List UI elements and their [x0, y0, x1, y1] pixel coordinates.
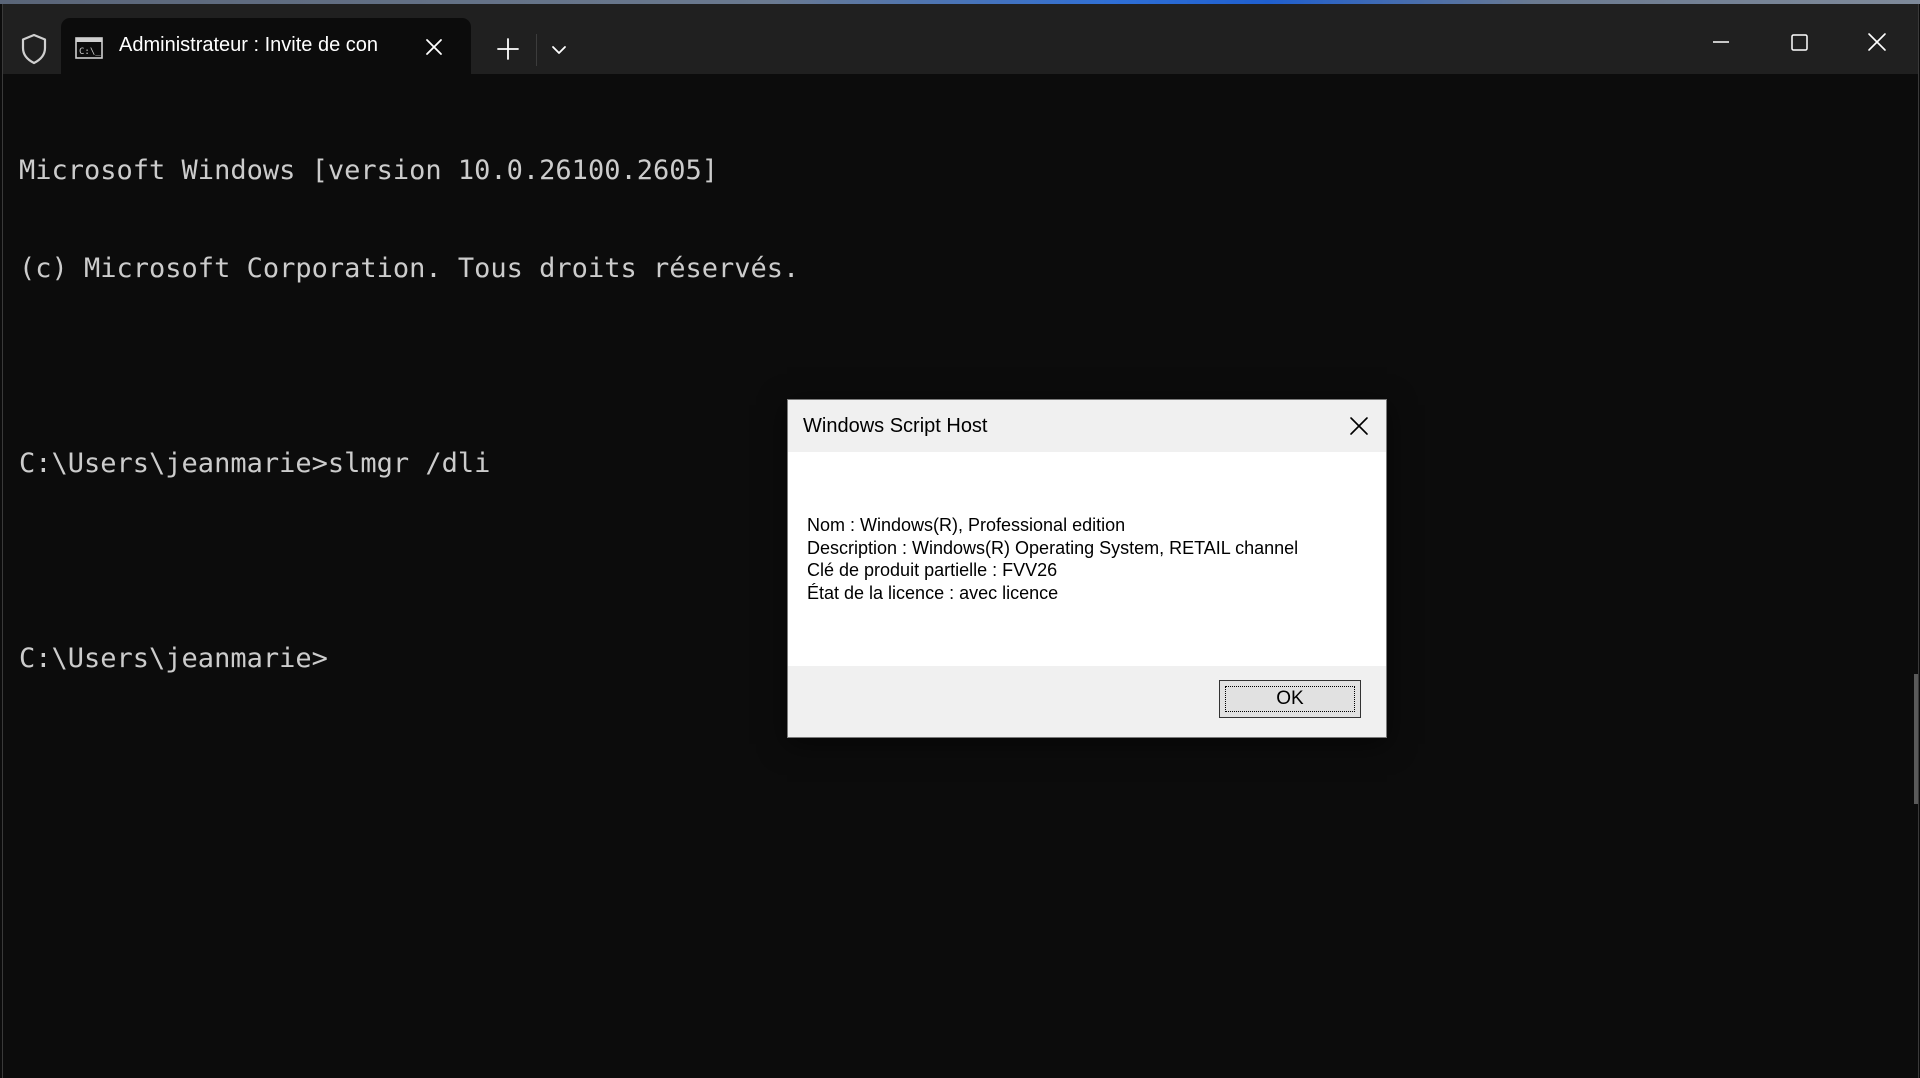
- partial-product-key-line: Clé de produit partielle : FVV26: [807, 560, 1058, 580]
- cmd-icon: C:\_: [75, 37, 103, 59]
- license-status-line: État de la licence : avec licence: [807, 582, 1059, 603]
- title-bar[interactable]: C:\_ Administrateur : Invite de con: [3, 4, 1918, 74]
- close-icon[interactable]: [1859, 24, 1895, 60]
- chevron-down-icon[interactable]: [544, 38, 574, 62]
- dialog-message: Nom : Windows(R), Professional edition D…: [807, 514, 1377, 604]
- ok-button-label: OK: [1225, 686, 1355, 712]
- tab-close-icon[interactable]: [419, 32, 449, 62]
- tab-title: Administrateur : Invite de con: [119, 34, 379, 56]
- dialog-title-bar[interactable]: Windows Script Host: [788, 400, 1386, 452]
- dialog-close-icon[interactable]: [1345, 412, 1373, 440]
- tab-command-prompt[interactable]: C:\_ Administrateur : Invite de con: [61, 18, 471, 74]
- license-description-line: Description : Windows(R) Operating Syste…: [807, 537, 1299, 558]
- windows-script-host-dialog: Windows Script Host Nom : Windows(R), Pr…: [787, 399, 1387, 738]
- scrollbar-track[interactable]: [1914, 74, 1918, 1078]
- new-tab-plus-icon[interactable]: [493, 34, 523, 64]
- console-line: (c) Microsoft Corporation. Tous droits r…: [19, 252, 800, 284]
- scrollbar-thumb[interactable]: [1914, 674, 1918, 804]
- tab-divider: [536, 34, 537, 66]
- console-line: Microsoft Windows [version 10.0.26100.26…: [19, 155, 718, 186]
- admin-shield-icon: [19, 32, 49, 66]
- dialog-title: Windows Script Host: [803, 415, 988, 437]
- maximize-icon[interactable]: [1781, 24, 1817, 60]
- dialog-footer: OK: [788, 666, 1386, 737]
- license-name-line: Nom : Windows(R), Professional edition: [807, 515, 1126, 535]
- ok-button[interactable]: OK: [1219, 680, 1361, 718]
- svg-text:C:\_: C:\_: [79, 47, 101, 57]
- minimize-icon[interactable]: [1703, 24, 1739, 60]
